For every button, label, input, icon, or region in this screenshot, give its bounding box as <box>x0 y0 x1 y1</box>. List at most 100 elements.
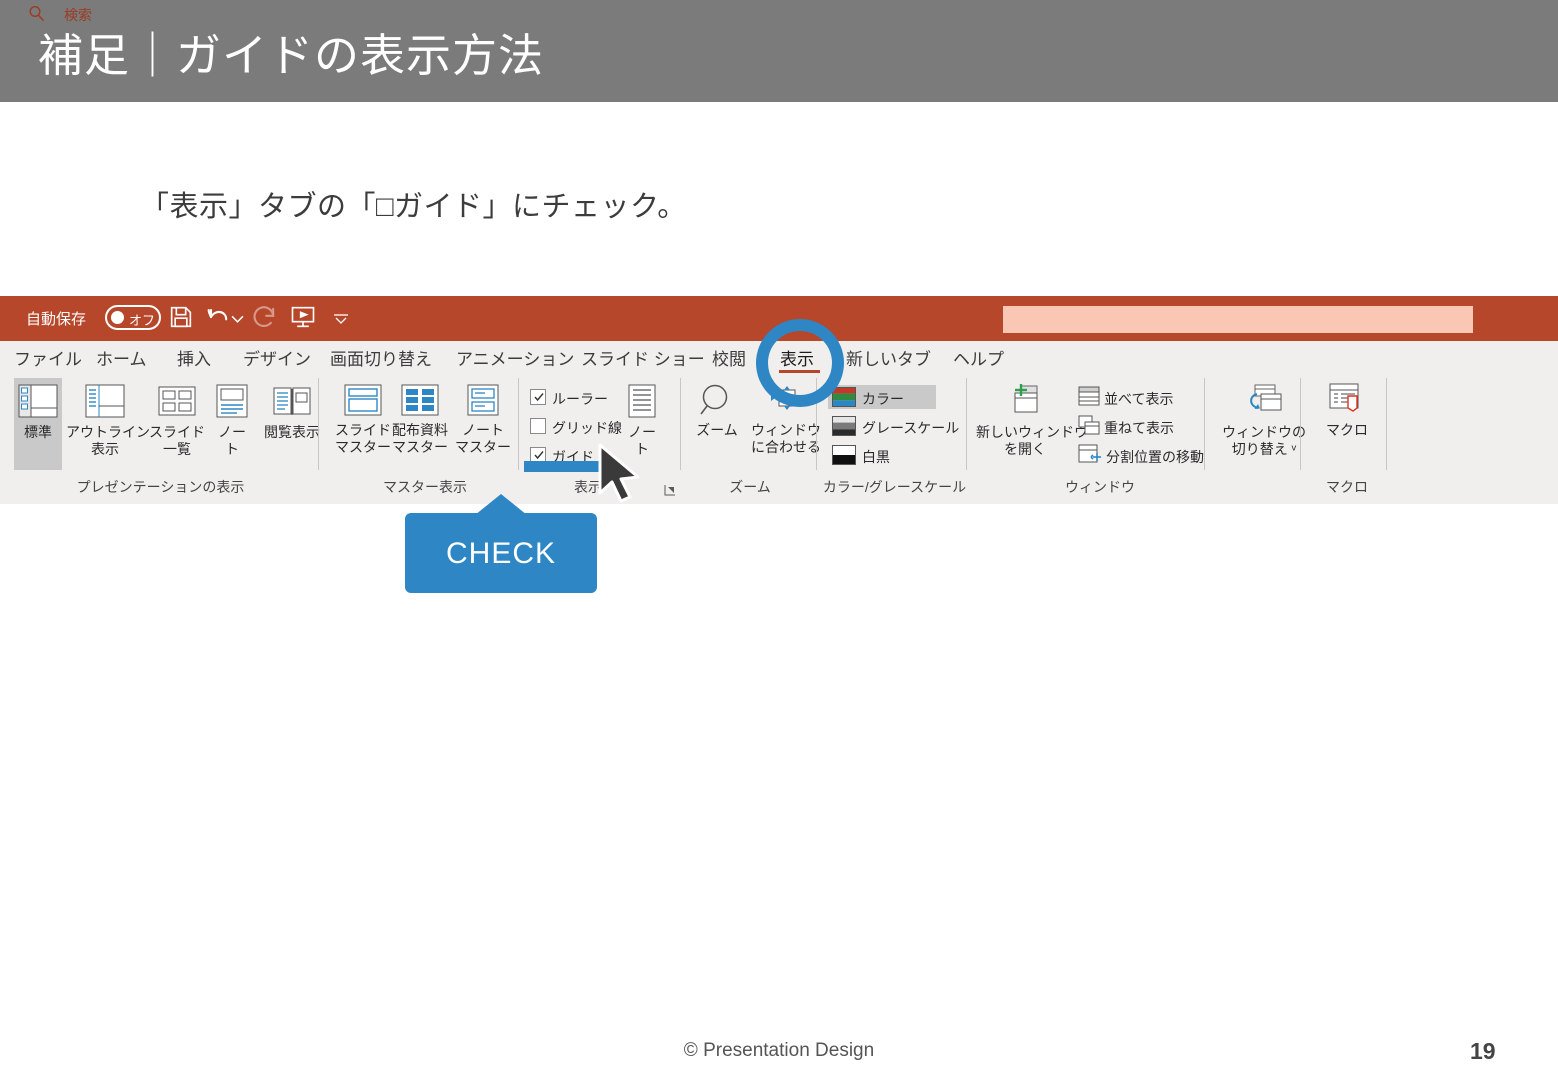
group-label-window: ウィンドウ <box>1065 479 1135 495</box>
group-separator-2 <box>518 378 519 470</box>
ribbon-search-box[interactable] <box>1003 306 1473 333</box>
notes-label-1: ノー <box>628 424 656 440</box>
autosave-toggle-knob <box>111 311 124 324</box>
view-slide-sorter-button[interactable]: スライド 一覧 <box>146 378 208 470</box>
reading-view-icon <box>272 384 312 418</box>
view-outline-button[interactable]: アウトライン 表示 <box>66 378 150 470</box>
group-separator-7 <box>1300 378 1301 470</box>
color-label[interactable]: カラー <box>862 389 904 409</box>
tab-file[interactable]: ファイル <box>14 345 82 370</box>
gridlines-label[interactable]: グリッド線 <box>552 418 622 438</box>
move-split-label[interactable]: 分割位置の移動 <box>1106 447 1204 467</box>
group-separator-6 <box>1204 378 1205 470</box>
tab-review[interactable]: 校閲 <box>712 345 746 370</box>
view-outline-label-2: 表示 <box>91 441 119 457</box>
autosave-label: 自動保存 <box>26 311 87 328</box>
tab-animations[interactable]: アニメーション <box>456 345 574 370</box>
footer-page-number: 19 <box>1470 1038 1496 1064</box>
fit-to-window-label-1: ウィンドウ <box>751 422 821 438</box>
handout-master-label-1: 配布資料 <box>392 422 448 438</box>
handout-master-icon <box>401 384 439 416</box>
ruler-label[interactable]: ルーラー <box>552 389 608 409</box>
notes-icon <box>627 384 657 420</box>
checkmark-icon <box>533 391 545 403</box>
handout-master-label-2: マスター <box>392 439 448 455</box>
tab-insert[interactable]: 挿入 <box>177 345 211 370</box>
view-notes-page-button[interactable]: ノー ト <box>210 378 254 470</box>
handout-master-button[interactable]: 配布資料 マスター <box>386 378 454 470</box>
cascade-label[interactable]: 重ねて表示 <box>1104 418 1174 438</box>
macro-button[interactable]: マクロ <box>1312 378 1382 470</box>
cascade-icon <box>1078 415 1100 435</box>
view-outline-label-1: アウトライン <box>66 424 150 440</box>
notes-master-icon <box>466 384 500 416</box>
customize-qat-icon[interactable] <box>333 314 349 325</box>
notes-page-icon <box>215 384 249 418</box>
arrange-all-icon <box>1078 386 1100 406</box>
switch-windows-label-2: 切り替え ᵛ <box>1231 441 1297 457</box>
autosave-toggle[interactable]: オフ <box>105 305 161 330</box>
tab-design[interactable]: デザイン <box>243 345 311 370</box>
tab-new-tab[interactable]: 新しいタブ <box>846 345 931 370</box>
group-separator-8 <box>1386 378 1387 470</box>
group-separator-3 <box>680 378 681 470</box>
blackwhite-swatch-icon <box>832 445 856 465</box>
undo-icon[interactable] <box>204 303 232 331</box>
tab-transitions[interactable]: 画面切り替え <box>330 345 432 370</box>
view-normal-button[interactable]: 標準 <box>14 378 62 470</box>
outline-view-icon <box>85 384 125 418</box>
slide-sorter-icon <box>158 384 196 418</box>
blackwhite-label[interactable]: 白黒 <box>862 447 890 467</box>
normal-view-icon <box>18 384 58 418</box>
tab-help[interactable]: ヘルプ <box>953 345 1004 370</box>
undo-dropdown-icon[interactable] <box>231 314 244 323</box>
arrange-all-label[interactable]: 並べて表示 <box>1104 389 1173 409</box>
gridlines-checkbox[interactable] <box>530 418 546 434</box>
notes-master-label-2: マスター <box>455 439 511 455</box>
fit-to-window-label-2: に合わせる <box>751 439 821 455</box>
redo-icon[interactable] <box>251 303 279 331</box>
check-callout-label: CHECK <box>445 537 556 570</box>
guides-highlight-bar <box>524 461 602 472</box>
macro-icon <box>1326 382 1368 420</box>
group-label-presentation-views: プレゼンテーションの表示 <box>76 479 245 495</box>
color-swatch-icon <box>832 387 856 407</box>
show-group-dialog-launcher-icon[interactable] <box>664 484 676 496</box>
switch-windows-button[interactable]: ウィンドウの 切り替え ᵛ <box>1218 378 1310 470</box>
check-callout: CHECK <box>405 513 597 593</box>
group-label-zoom: ズーム <box>729 479 771 495</box>
new-window-label-2: を開く <box>1004 441 1046 457</box>
group-label-macros: マクロ <box>1326 479 1368 495</box>
autosave-state-label: オフ <box>129 313 156 328</box>
notes-master-label-1: ノート <box>462 422 504 438</box>
view-slide-sorter-label-1: スライド <box>149 424 205 440</box>
slide-master-icon <box>344 384 382 416</box>
switch-windows-label-1: ウィンドウの <box>1222 424 1306 440</box>
start-slideshow-icon[interactable] <box>289 303 317 331</box>
view-tab-circle-annotation <box>756 319 844 407</box>
notes-master-button[interactable]: ノート マスター <box>450 378 516 470</box>
switch-windows-icon <box>1241 382 1287 422</box>
zoom-label: ズーム <box>696 422 738 438</box>
view-notes-page-label-1: ノー <box>218 424 246 440</box>
search-icon <box>28 5 45 22</box>
tab-home[interactable]: ホーム <box>96 345 147 370</box>
save-icon[interactable] <box>167 303 195 331</box>
new-window-button[interactable]: 新しいウィンドウ を開く <box>976 378 1088 470</box>
instruction-text: 「表示」タブの「□ガイド」にチェック。 <box>140 191 687 223</box>
view-notes-page-label-2: ト <box>225 441 239 457</box>
callout-tail <box>475 494 527 515</box>
macro-label: マクロ <box>1326 422 1368 438</box>
checkmark-icon <box>533 449 545 461</box>
mouse-cursor-icon <box>596 443 652 509</box>
ruler-checkbox[interactable] <box>530 389 546 405</box>
new-window-label-1: 新しいウィンドウ <box>976 424 1088 440</box>
view-normal-label: 標準 <box>24 424 52 440</box>
grayscale-label[interactable]: グレースケール <box>862 418 959 438</box>
zoom-button[interactable]: ズーム <box>690 378 744 470</box>
tab-slideshow[interactable]: スライド ショー <box>581 345 705 370</box>
search-placeholder-label: 検索 <box>64 7 92 23</box>
move-split-icon <box>1078 444 1102 464</box>
grayscale-swatch-icon <box>832 416 856 436</box>
group-separator-5 <box>966 378 967 470</box>
